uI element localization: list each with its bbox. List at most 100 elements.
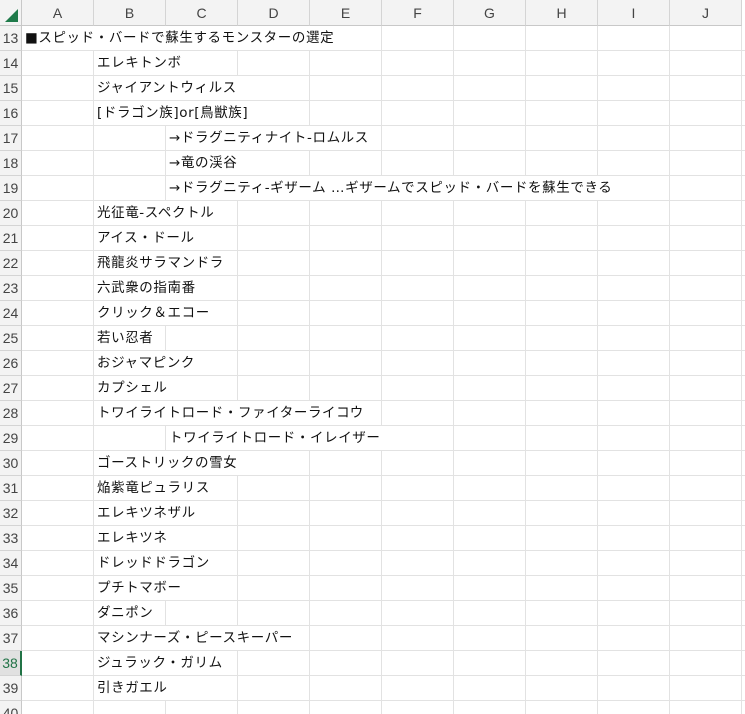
cell-value[interactable]: エレキトンボ [97, 51, 183, 75]
table-row: 13 ■スピッド・バードで蘇生するモンスターの選定 [0, 26, 745, 51]
row-header[interactable]: 37 [0, 626, 22, 651]
table-row: 24 クリック＆エコー [0, 301, 745, 326]
row-header[interactable]: 13 [0, 26, 22, 51]
row-header[interactable]: 39 [0, 676, 22, 701]
table-row: 28 トワイライトロード・ファイターライコウ [0, 401, 745, 426]
row-header[interactable]: 15 [0, 76, 22, 101]
row-header[interactable]: 18 [0, 151, 22, 176]
table-row: 25 若い忍者 [0, 326, 745, 351]
table-row: 39 引きガエル [0, 676, 745, 701]
table-row: 17 →ドラグニティナイト-ロムルス [0, 126, 745, 151]
cell-value[interactable]: →ドラグニティ-ギザーム …ギザームでスピッド・バードを蘇生できる [169, 176, 614, 200]
row-header[interactable]: 28 [0, 401, 22, 426]
row-header[interactable]: 40 [0, 701, 22, 714]
row-header[interactable]: 27 [0, 376, 22, 401]
row-header[interactable]: 25 [0, 326, 22, 351]
row-header[interactable]: 23 [0, 276, 22, 301]
cell-value[interactable]: エレキツネザル [97, 501, 197, 525]
column-header-d[interactable]: D [238, 0, 310, 26]
select-all-corner[interactable] [0, 0, 22, 26]
row-header[interactable]: 29 [0, 426, 22, 451]
row-header[interactable]: 17 [0, 126, 22, 151]
cell-value[interactable]: ダニポン [97, 601, 155, 625]
select-all-triangle-icon [5, 9, 18, 22]
row-cells[interactable] [22, 426, 745, 451]
cell-value[interactable]: 若い忍者 [97, 326, 155, 350]
row-header[interactable]: 32 [0, 501, 22, 526]
row-header[interactable]: 20 [0, 201, 22, 226]
table-row: 33 エレキツネ [0, 526, 745, 551]
table-row: 14 エレキトンボ [0, 51, 745, 76]
row-header[interactable]: 26 [0, 351, 22, 376]
cell-value[interactable]: クリック＆エコー [97, 301, 211, 325]
column-header-b[interactable]: B [94, 0, 166, 26]
table-row: 40 [0, 701, 745, 714]
cell-value[interactable]: [ドラゴン族]or[鳥獣族] [97, 101, 250, 125]
column-header-a[interactable]: A [22, 0, 94, 26]
cell-value[interactable]: →ドラグニティナイト-ロムルス [169, 126, 370, 150]
table-row: 20 光征竜-スペクトル [0, 201, 745, 226]
row-header[interactable]: 30 [0, 451, 22, 476]
row-header[interactable]: 21 [0, 226, 22, 251]
cell-value[interactable]: ゴーストリックの雪女 [97, 451, 239, 475]
row-header[interactable]: 31 [0, 476, 22, 501]
row-header[interactable]: 24 [0, 301, 22, 326]
cell-value[interactable]: プチトマボー [97, 576, 183, 600]
row-cells[interactable] [22, 701, 745, 714]
table-row: 19 →ドラグニティ-ギザーム …ギザームでスピッド・バードを蘇生できる [0, 176, 745, 201]
column-header-e[interactable]: E [310, 0, 382, 26]
column-header-h[interactable]: H [526, 0, 598, 26]
cell-value[interactable]: ■スピッド・バードで蘇生するモンスターの選定 [25, 26, 336, 50]
row-header[interactable]: 36 [0, 601, 22, 626]
row-header[interactable]: 16 [0, 101, 22, 126]
cell-value[interactable]: 焔紫竜ピュラリス [97, 476, 211, 500]
cell-value[interactable]: トワイライトロード・イレイザー [169, 426, 382, 450]
cell-value[interactable]: 引きガエル [97, 676, 169, 700]
table-row: 22 飛龍炎サラマンドラ [0, 251, 745, 276]
table-row: 36 ダニポン [0, 601, 745, 626]
cell-value[interactable]: カプシェル [97, 376, 169, 400]
table-row: 29 トワイライトロード・イレイザー [0, 426, 745, 451]
table-row: 37 マシンナーズ・ピースキーパー [0, 626, 745, 651]
table-row: 15 ジャイアントウィルス [0, 76, 745, 101]
column-header-c[interactable]: C [166, 0, 238, 26]
column-header-j[interactable]: J [670, 0, 742, 26]
table-row: 26 おジャマピンク [0, 351, 745, 376]
cell-value[interactable]: ドレッドドラゴン [97, 551, 211, 575]
table-row: 38 ジュラック・ガリム [0, 651, 745, 676]
table-row: 31 焔紫竜ピュラリス [0, 476, 745, 501]
row-cells[interactable] [22, 126, 745, 151]
row-header[interactable]: 35 [0, 576, 22, 601]
row-header[interactable]: 14 [0, 51, 22, 76]
row-cells[interactable] [22, 151, 745, 176]
column-header-i[interactable]: I [598, 0, 670, 26]
table-row: 16 [ドラゴン族]or[鳥獣族] [0, 101, 745, 126]
row-header[interactable]: 38 [0, 651, 22, 676]
row-header[interactable]: 33 [0, 526, 22, 551]
cell-value[interactable]: アイス・ドール [97, 226, 196, 250]
cell-value[interactable]: トワイライトロード・ファイターライコウ [97, 401, 365, 425]
row-header[interactable]: 19 [0, 176, 22, 201]
table-row: 35 プチトマボー [0, 576, 745, 601]
cell-value[interactable]: 六武衆の指南番 [97, 276, 197, 300]
table-row: 32 エレキツネザル [0, 501, 745, 526]
table-row: 18 →竜の渓谷 [0, 151, 745, 176]
table-row: 34 ドレッドドラゴン [0, 551, 745, 576]
cell-value[interactable]: →竜の渓谷 [169, 151, 239, 175]
table-row: 21 アイス・ドール [0, 226, 745, 251]
cell-value[interactable]: 飛龍炎サラマンドラ [97, 251, 225, 275]
table-row: 30 ゴーストリックの雪女 [0, 451, 745, 476]
column-header-g[interactable]: G [454, 0, 526, 26]
row-header[interactable]: 34 [0, 551, 22, 576]
row-header[interactable]: 22 [0, 251, 22, 276]
cell-value[interactable]: ジュラック・ガリム [97, 651, 224, 675]
column-header-row: ABCDEFGHIJ [22, 0, 745, 26]
table-row: 23 六武衆の指南番 [0, 276, 745, 301]
cell-value[interactable]: ジャイアントウィルス [97, 76, 238, 100]
cell-value[interactable]: マシンナーズ・ピースキーパー [97, 626, 294, 650]
cell-value[interactable]: エレキツネ [97, 526, 169, 550]
column-header-f[interactable]: F [382, 0, 454, 26]
table-row: 27 カプシェル [0, 376, 745, 401]
cell-value[interactable]: 光征竜-スペクトル [97, 201, 216, 225]
cell-value[interactable]: おジャマピンク [97, 351, 197, 375]
